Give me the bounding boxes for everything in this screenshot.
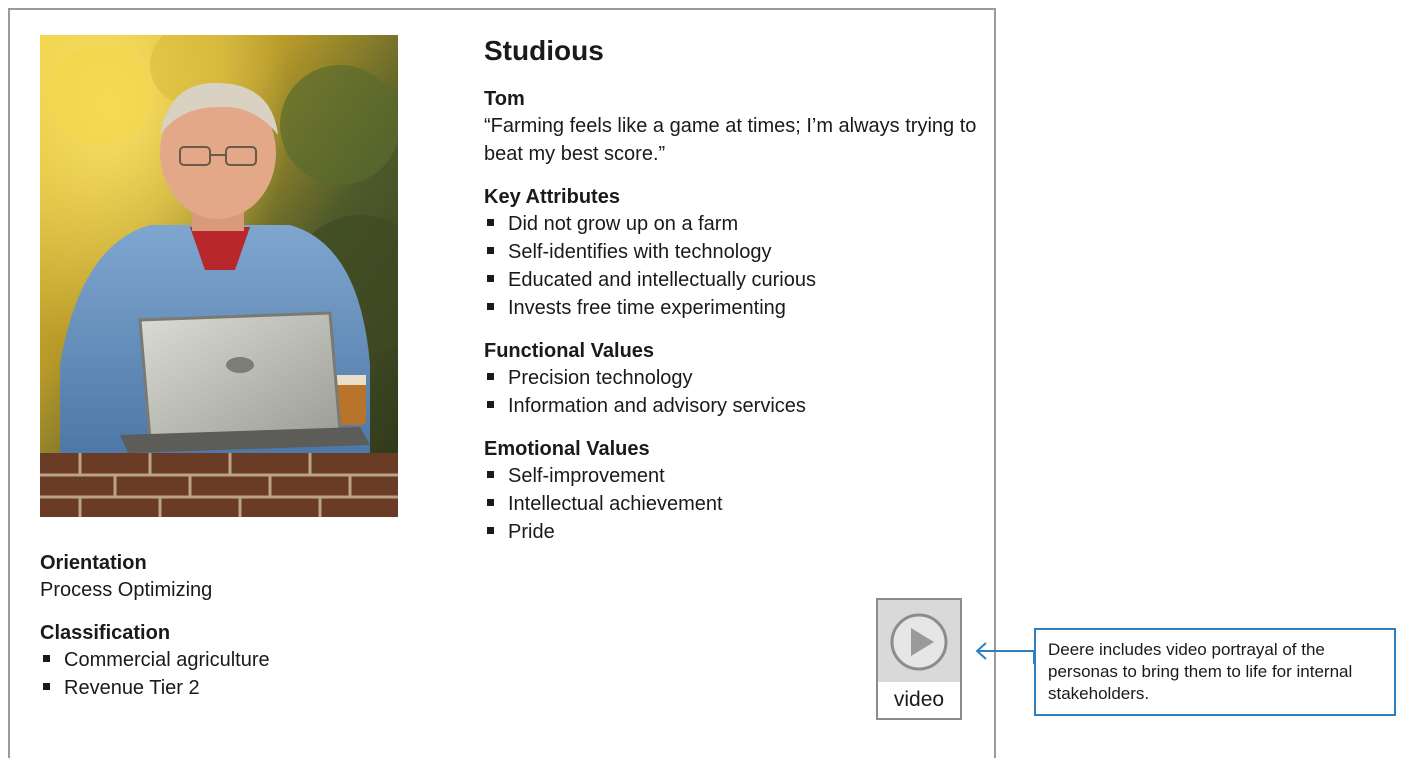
functional-values-section: Functional Values Precision technology I…	[484, 338, 984, 420]
video-label: video	[878, 682, 960, 718]
key-attributes-list: Did not grow up on a farm Self-identifie…	[484, 210, 984, 322]
emotional-values-heading: Emotional Values	[484, 438, 650, 460]
video-button[interactable]: video	[876, 598, 962, 720]
list-item: Commercial agriculture	[40, 646, 440, 674]
functional-values-list: Precision technology Information and adv…	[484, 364, 984, 420]
functional-values-heading: Functional Values	[484, 340, 655, 362]
orientation-section: Orientation Process Optimizing	[40, 550, 440, 604]
list-item: Self-identifies with technology	[484, 238, 984, 266]
persona-card: Orientation Process Optimizing Classific…	[8, 8, 996, 758]
list-item: Information and advisory services	[484, 392, 984, 420]
list-item: Revenue Tier 2	[40, 674, 440, 702]
classification-section: Classification Commercial agriculture Re…	[40, 620, 440, 702]
orientation-value: Process Optimizing	[40, 579, 213, 601]
play-icon	[890, 613, 948, 671]
right-column: Studious Tom “Farming feels like a game …	[484, 34, 984, 562]
persona-photo	[40, 35, 398, 517]
emotional-values-section: Emotional Values Self-improvement Intell…	[484, 436, 984, 546]
list-item: Invests free time experimenting	[484, 294, 984, 322]
classification-list: Commercial agriculture Revenue Tier 2	[40, 646, 440, 702]
list-item: Did not grow up on a farm	[484, 210, 984, 238]
left-column: Orientation Process Optimizing Classific…	[40, 550, 440, 718]
list-item: Intellectual achievement	[484, 490, 984, 518]
persona-intro: Tom “Farming feels like a game at times;…	[484, 86, 984, 168]
list-item: Self-improvement	[484, 462, 984, 490]
emotional-values-list: Self-improvement Intellectual achievemen…	[484, 462, 984, 546]
persona-quote: “Farming feels like a game at times; I’m…	[484, 115, 977, 165]
key-attributes-heading: Key Attributes	[484, 186, 620, 208]
callout-arrow-icon	[975, 642, 1035, 664]
list-item: Educated and intellectually curious	[484, 266, 984, 294]
list-item: Pride	[484, 518, 984, 546]
persona-title: Studious	[484, 35, 604, 66]
classification-heading: Classification	[40, 622, 171, 644]
list-item: Precision technology	[484, 364, 984, 392]
persona-name: Tom	[484, 88, 525, 110]
orientation-heading: Orientation	[40, 552, 147, 574]
callout-note: Deere includes video portrayal of the pe…	[1034, 628, 1396, 716]
key-attributes-section: Key Attributes Did not grow up on a farm…	[484, 184, 984, 322]
